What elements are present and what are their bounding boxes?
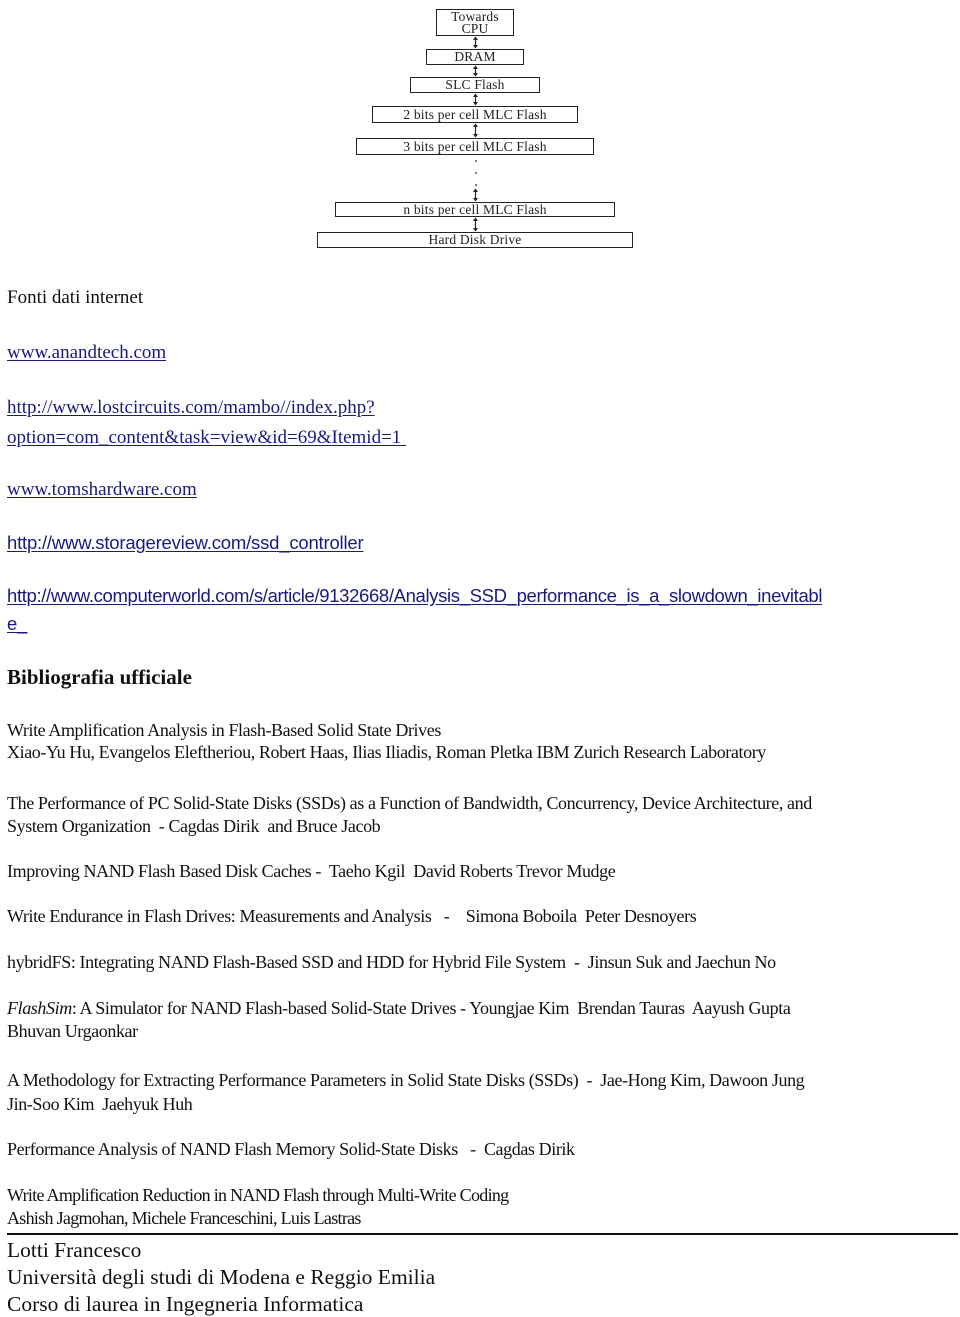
internet-sources-heading: Fonti dati internet: [7, 287, 144, 308]
bib-entry-1-title: Write Amplification Analysis in Flash-Ba…: [7, 720, 441, 740]
diagram-box-slc-flash: SLC Flash: [410, 77, 540, 93]
bib-entry-6-rest: : A Simulator for NAND Flash-based Solid…: [71, 998, 791, 1018]
diagram-box-label: SLC Flash: [445, 77, 505, 93]
link-computerworld-line2[interactable]: e_: [7, 613, 27, 635]
bib-entry-9-title: Write Amplification Reduction in NAND Fl…: [7, 1185, 509, 1205]
diagram-box-hdd: Hard Disk Drive: [317, 232, 633, 248]
bib-entry-6-authors: Bhuvan Urgaonkar: [7, 1021, 138, 1041]
memory-hierarchy-diagram: Towards CPU DRAM SLC Flash 2 bits per ce…: [0, 0, 960, 255]
link-lostcircuits-line1[interactable]: http://www.lostcircuits.com/mambo//index…: [7, 397, 375, 419]
bibliography-heading: Bibliografia ufficiale: [7, 665, 192, 689]
diagram-box-label: n bits per cell MLC Flash: [403, 201, 547, 217]
bib-entry-1-authors: Xiao-Yu Hu, Evangelos Eleftheriou, Rober…: [7, 742, 766, 762]
bib-entry-2-authors: System Organization - Cagdas Dirik and B…: [7, 816, 381, 836]
link-storagereview[interactable]: http://www.storagereview.com/ssd_control…: [7, 532, 364, 554]
bidirectional-arrow-icon: [473, 217, 478, 232]
diagram-box-nbit-mlc: n bits per cell MLC Flash: [335, 202, 615, 217]
bib-entry-6-title: FlashSim: A Simulator for NAND Flash-bas…: [7, 997, 791, 1019]
bib-entry-3: Improving NAND Flash Based Disk Caches -…: [7, 861, 616, 881]
diagram-box-label: 3 bits per cell MLC Flash: [403, 138, 547, 154]
bidirectional-arrow-icon: [473, 123, 478, 138]
bidirectional-arrow-icon: [473, 93, 478, 106]
ellipsis-dot: [475, 172, 477, 174]
bib-entry-8: Performance Analysis of NAND Flash Memor…: [7, 1139, 575, 1159]
ellipsis-dot: [475, 160, 477, 162]
bib-entry-7-title: A Methodology for Extracting Performance…: [7, 1070, 805, 1090]
link-anandtech[interactable]: www.anandtech.com: [7, 342, 166, 364]
diagram-box-label: 2 bits per cell MLC Flash: [403, 106, 547, 122]
diagram-box-label: Hard Disk Drive: [428, 232, 522, 248]
diagram-box-3bit-mlc: 3 bits per cell MLC Flash: [356, 138, 594, 155]
ellipsis-dot: [475, 184, 477, 186]
footer-university: Università degli studi di Modena e Reggi…: [7, 1265, 436, 1289]
diagram-box-towards-cpu: Towards CPU: [436, 9, 514, 36]
bib-entry-6-italic-name: FlashSim: [7, 998, 72, 1018]
link-lostcircuits-line2[interactable]: option=com_content&task=view&id=69&Itemi…: [7, 427, 406, 449]
bidirectional-arrow-icon: [473, 65, 478, 77]
diagram-box-label: DRAM: [454, 49, 496, 65]
bib-entry-2-title: The Performance of PC Solid-State Disks …: [7, 793, 812, 813]
link-tomshardware[interactable]: www.tomshardware.com: [7, 479, 197, 501]
footer-divider: [7, 1233, 958, 1235]
bidirectional-arrow-icon: [473, 36, 478, 49]
bib-entry-5: hybridFS: Integrating NAND Flash-Based S…: [7, 952, 776, 972]
link-computerworld-line1[interactable]: http://www.computerworld.com/s/article/9…: [7, 585, 822, 607]
diagram-box-dram: DRAM: [426, 49, 524, 65]
bib-entry-7-authors: Jin-Soo Kim Jaehyuk Huh: [7, 1094, 193, 1114]
bib-entry-4: Write Endurance in Flash Drives: Measure…: [7, 906, 697, 926]
diagram-box-label: CPU: [461, 20, 489, 36]
bib-entry-9-authors: Ashish Jagmohan, Michele Franceschini, L…: [7, 1208, 361, 1228]
footer-author: Lotti Francesco: [7, 1238, 142, 1262]
diagram-box-2bit-mlc: 2 bits per cell MLC Flash: [372, 106, 578, 123]
footer-course: Corso di laurea in Ingegneria Informatic…: [7, 1292, 364, 1316]
bidirectional-arrow-icon: [473, 188, 478, 202]
